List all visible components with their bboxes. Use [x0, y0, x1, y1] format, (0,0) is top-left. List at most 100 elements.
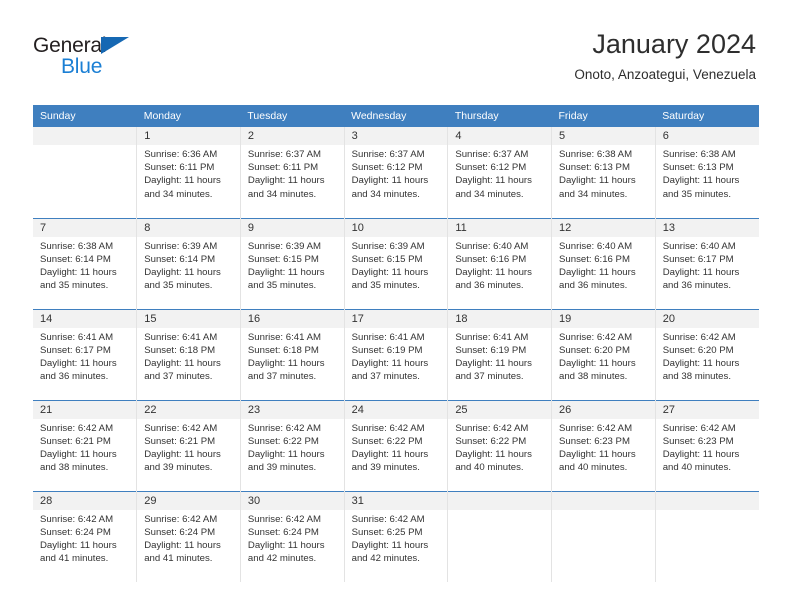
sunrise-text: Sunrise: 6:42 AM: [247, 422, 321, 434]
calendar-day-cell[interactable]: 12 Sunrise: 6:40 AM Sunset: 6:16 PM Dayligh…: [551, 217, 656, 309]
daylight-text: Daylight: 11 hours: [144, 539, 221, 551]
sunset-text: Sunset: 6:12 PM: [351, 162, 423, 174]
daylight-text: Daylight: 11 hours: [247, 175, 325, 187]
day-details: Sunrise: 6:39 AM Sunset: 6:15 PM Daylight:…: [241, 237, 344, 293]
sunset-text: Sunset: 6:11 PM: [247, 162, 319, 174]
day-number: 29: [137, 491, 240, 510]
sunset-text: Sunset: 6:19 PM: [455, 344, 527, 356]
calendar-week-row: 21 Sunrise: 6:42 AM Sunset: 6:21 PM Dayligh…: [33, 399, 759, 491]
calendar-day-cell[interactable]: 23 Sunrise: 6:42 AM Sunset: 6:22 PM Dayligh…: [240, 399, 345, 491]
calendar-day-cell[interactable]: 10 Sunrise: 6:39 AM Sunset: 6:15 PM Dayligh…: [344, 217, 449, 309]
weekday-header-thursday: Thursday: [447, 105, 552, 127]
day-details: [33, 145, 136, 148]
general-blue-logo[interactable]: General Blue: [33, 34, 163, 84]
calendar-day-cell[interactable]: 5 Sunrise: 6:38 AM Sunset: 6:13 PM Daylight…: [551, 127, 656, 218]
day-details: Sunrise: 6:42 AM Sunset: 6:23 PM Daylight:…: [552, 419, 655, 475]
day-number: 23: [240, 400, 344, 419]
calendar-day-cell[interactable]: 20 Sunrise: 6:42 AM Sunset: 6:20 PM Dayligh…: [655, 308, 759, 400]
sunrise-text: Sunrise: 6:40 AM: [559, 240, 633, 252]
sunset-text: Sunset: 6:20 PM: [662, 344, 734, 356]
daylight-text: Daylight: 11 hours: [351, 357, 429, 369]
day-number: 15: [137, 309, 240, 328]
calendar-day-cell[interactable]: 6 Sunrise: 6:38 AM Sunset: 6:13 PM Daylight…: [655, 127, 759, 218]
calendar-empty-cell: [655, 490, 759, 582]
day-number: 1: [137, 127, 240, 145]
sunrise-text: Sunrise: 6:42 AM: [40, 422, 114, 434]
day-number: 4: [448, 127, 552, 145]
sunrise-text: Sunrise: 6:42 AM: [559, 331, 633, 343]
sunrise-text: Sunrise: 6:42 AM: [662, 331, 736, 343]
daylight-text: and 37 minutes.: [351, 371, 420, 383]
calendar-day-cell[interactable]: 13 Sunrise: 6:40 AM Sunset: 6:17 PM Dayligh…: [655, 217, 759, 309]
daylight-text: Daylight: 11 hours: [247, 539, 325, 551]
sunset-text: Sunset: 6:14 PM: [40, 253, 111, 265]
daylight-text: and 34 minutes.: [247, 188, 317, 200]
logo-triangle-icon: [101, 37, 129, 54]
day-number: 24: [344, 400, 448, 419]
calendar-day-cell[interactable]: 24 Sunrise: 6:42 AM Sunset: 6:22 PM Dayligh…: [344, 399, 449, 491]
daylight-text: Daylight: 11 hours: [662, 357, 740, 369]
calendar-day-cell[interactable]: 27 Sunrise: 6:42 AM Sunset: 6:23 PM Dayligh…: [655, 399, 759, 491]
sunset-text: Sunset: 6:21 PM: [144, 435, 216, 447]
calendar-day-cell[interactable]: 3 Sunrise: 6:37 AM Sunset: 6:12 PM Daylight…: [344, 127, 449, 218]
daylight-text: and 40 minutes.: [662, 462, 731, 474]
calendar-day-cell[interactable]: 21 Sunrise: 6:42 AM Sunset: 6:21 PM Dayligh…: [33, 399, 138, 491]
calendar-day-cell[interactable]: 4 Sunrise: 6:37 AM Sunset: 6:12 PM Daylight…: [447, 127, 553, 218]
day-number: [552, 491, 655, 510]
daylight-text: Daylight: 11 hours: [247, 266, 325, 278]
day-number: [655, 491, 759, 510]
calendar-day-cell[interactable]: 28 Sunrise: 6:42 AM Sunset: 6:24 PM Dayligh…: [33, 490, 138, 582]
weekday-header-row: Sunday Monday Tuesday Wednesday Thursday…: [33, 105, 759, 127]
sunset-text: Sunset: 6:17 PM: [662, 253, 734, 265]
daylight-text: Daylight: 11 hours: [559, 448, 636, 460]
calendar-day-cell[interactable]: 29 Sunrise: 6:42 AM Sunset: 6:24 PM Dayligh…: [136, 490, 241, 582]
calendar-day-cell[interactable]: 11 Sunrise: 6:40 AM Sunset: 6:16 PM Dayligh…: [447, 217, 553, 309]
calendar-day-cell[interactable]: 31 Sunrise: 6:42 AM Sunset: 6:25 PM Dayligh…: [344, 490, 449, 582]
calendar-day-cell[interactable]: 30 Sunrise: 6:42 AM Sunset: 6:24 PM Dayligh…: [240, 490, 345, 582]
daylight-text: and 36 minutes.: [662, 280, 731, 292]
calendar-day-cell[interactable]: 14 Sunrise: 6:41 AM Sunset: 6:17 PM Dayligh…: [33, 308, 138, 400]
day-number: 3: [344, 127, 448, 145]
calendar-day-cell[interactable]: 25 Sunrise: 6:42 AM Sunset: 6:22 PM Dayligh…: [447, 399, 553, 491]
calendar-day-cell[interactable]: 19 Sunrise: 6:42 AM Sunset: 6:20 PM Dayligh…: [551, 308, 656, 400]
daylight-text: and 38 minutes.: [559, 371, 628, 383]
calendar-day-cell[interactable]: 1 Sunrise: 6:36 AM Sunset: 6:11 PM Daylight…: [136, 127, 241, 218]
daylight-text: Daylight: 11 hours: [455, 357, 532, 369]
calendar-day-cell[interactable]: 18 Sunrise: 6:41 AM Sunset: 6:19 PM Dayligh…: [447, 308, 553, 400]
daylight-text: and 40 minutes.: [559, 462, 628, 474]
sunrise-text: Sunrise: 6:37 AM: [247, 149, 321, 160]
calendar-day-cell[interactable]: 26 Sunrise: 6:42 AM Sunset: 6:23 PM Dayligh…: [551, 399, 656, 491]
calendar-day-cell[interactable]: 15 Sunrise: 6:41 AM Sunset: 6:18 PM Dayligh…: [136, 308, 241, 400]
title-block: January 2024 Onoto, Anzoategui, Venezuel…: [574, 28, 756, 83]
daylight-text: Daylight: 11 hours: [351, 266, 429, 278]
daylight-text: Daylight: 11 hours: [247, 357, 325, 369]
sunrise-text: Sunrise: 6:42 AM: [351, 513, 425, 525]
day-details: Sunrise: 6:42 AM Sunset: 6:23 PM Daylight:…: [656, 419, 759, 475]
calendar-day-cell[interactable]: 2 Sunrise: 6:37 AM Sunset: 6:11 PM Daylight…: [240, 127, 345, 218]
day-number: 10: [344, 218, 448, 237]
logo-text-blue: Blue: [61, 55, 103, 78]
calendar-day-cell[interactable]: 22 Sunrise: 6:42 AM Sunset: 6:21 PM Dayligh…: [136, 399, 241, 491]
daylight-text: and 37 minutes.: [455, 371, 524, 383]
sunrise-text: Sunrise: 6:37 AM: [351, 149, 425, 160]
calendar-day-cell[interactable]: 9 Sunrise: 6:39 AM Sunset: 6:15 PM Daylight…: [240, 217, 345, 309]
calendar-day-cell[interactable]: 17 Sunrise: 6:41 AM Sunset: 6:19 PM Dayligh…: [344, 308, 449, 400]
calendar-day-cell[interactable]: 16 Sunrise: 6:41 AM Sunset: 6:18 PM Dayligh…: [240, 308, 345, 400]
daylight-text: Daylight: 11 hours: [559, 175, 636, 187]
sunset-text: Sunset: 6:18 PM: [247, 344, 319, 356]
day-number: 17: [344, 309, 448, 328]
sunset-text: Sunset: 6:15 PM: [351, 253, 423, 265]
day-number: 5: [552, 127, 655, 145]
sunrise-text: Sunrise: 6:41 AM: [40, 331, 114, 343]
calendar-day-cell[interactable]: 7 Sunrise: 6:38 AM Sunset: 6:14 PM Daylight…: [33, 217, 138, 309]
sunset-text: Sunset: 6:16 PM: [455, 253, 527, 265]
daylight-text: and 39 minutes.: [247, 462, 317, 474]
sunset-text: Sunset: 6:24 PM: [40, 526, 111, 538]
calendar-day-cell[interactable]: 8 Sunrise: 6:39 AM Sunset: 6:14 PM Daylight…: [136, 217, 241, 309]
day-details: Sunrise: 6:42 AM Sunset: 6:24 PM Daylight:…: [33, 510, 136, 566]
daylight-text: and 42 minutes.: [351, 553, 420, 565]
day-number: 6: [655, 127, 759, 145]
day-details: Sunrise: 6:37 AM Sunset: 6:11 PM Daylight:…: [241, 145, 344, 201]
sunrise-text: Sunrise: 6:42 AM: [40, 513, 114, 525]
sunset-text: Sunset: 6:23 PM: [559, 435, 630, 447]
